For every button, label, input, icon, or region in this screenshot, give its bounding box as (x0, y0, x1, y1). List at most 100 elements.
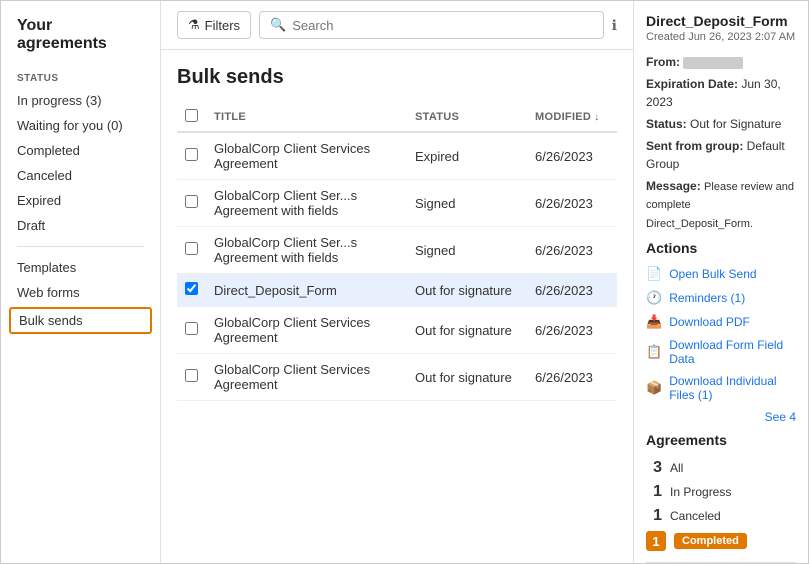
row-checkbox[interactable] (185, 322, 198, 335)
row-status: Signed (407, 180, 527, 227)
row-checkbox-cell (177, 354, 206, 401)
reminders-icon: 🕐 (646, 290, 662, 306)
row-checkbox-cell (177, 307, 206, 354)
stat-number: 1 (646, 507, 662, 525)
stat-label: All (670, 461, 683, 475)
agreement-stat-row: 1 Canceled (646, 504, 796, 528)
download-individual-files-icon: 📦 (646, 380, 662, 396)
row-checkbox[interactable] (185, 195, 198, 208)
table-row[interactable]: GlobalCorp Client Ser...s Agreement with… (177, 180, 617, 227)
panel-from-label: From: (646, 55, 680, 69)
row-checkbox[interactable] (185, 369, 198, 382)
stat-number-badge: 1 (646, 531, 666, 551)
panel-from-value (683, 57, 743, 69)
sidebar: Your agreements STATUS In progress (3) W… (1, 1, 161, 563)
sidebar-item-completed[interactable]: Completed (1, 138, 160, 163)
th-modified: MODIFIED ↓ (527, 103, 617, 132)
sort-icon: ↓ (594, 112, 599, 123)
filter-button[interactable]: ⚗ Filters (177, 11, 251, 39)
top-bar: ⚗ Filters 🔍 ℹ (161, 1, 633, 50)
search-input[interactable] (292, 18, 592, 33)
panel-message-field: Message: Please review and complete Dire… (646, 177, 796, 232)
agreements-table: TITLE STATUS MODIFIED ↓ GlobalCorp Clien… (177, 103, 617, 401)
filter-label: Filters (205, 18, 240, 33)
download-pdf-label: Download PDF (669, 315, 750, 329)
row-status: Signed (407, 227, 527, 274)
filter-icon: ⚗ (188, 17, 200, 33)
stat-label: Canceled (670, 509, 721, 523)
agreement-stat-row: 3 All (646, 456, 796, 480)
row-checkbox-cell (177, 274, 206, 307)
stat-number: 1 (646, 483, 662, 501)
sidebar-item-draft[interactable]: Draft (1, 213, 160, 238)
sidebar-item-templates[interactable]: Templates (1, 255, 160, 280)
panel-sent-from-group-label: Sent from group: (646, 139, 743, 153)
row-status: Out for signature (407, 354, 527, 401)
row-title: GlobalCorp Client Ser...s Agreement with… (206, 227, 407, 274)
download-form-field-data-label: Download Form Field Data (669, 338, 796, 366)
see-all-link[interactable]: See 4 (646, 410, 796, 424)
panel-status-field: Status: Out for Signature (646, 115, 796, 133)
select-all-checkbox[interactable] (185, 109, 198, 122)
row-checkbox[interactable] (185, 282, 198, 295)
panel-status-value: Out for Signature (690, 117, 781, 131)
action-item-open-bulk-send[interactable]: 📄 Open Bulk Send (646, 262, 796, 286)
agreement-stats: 3 All 1 In Progress 1 Canceled 1 Complet… (646, 456, 796, 554)
row-status: Out for signature (407, 307, 527, 354)
section-title: Bulk sends (177, 66, 617, 89)
row-modified: 6/26/2023 (527, 227, 617, 274)
action-item-download-pdf[interactable]: 📥 Download PDF (646, 310, 796, 334)
panel-message-label: Message: (646, 179, 701, 193)
row-checkbox[interactable] (185, 242, 198, 255)
agreement-stat-row: 1 Completed (646, 528, 796, 554)
download-individual-files-label: Download Individual Files (1) (669, 374, 796, 402)
row-modified: 6/26/2023 (527, 307, 617, 354)
agreement-stat-row: 1 In Progress (646, 480, 796, 504)
status-section-label: STATUS (1, 65, 160, 88)
open-bulk-send-label: Open Bulk Send (669, 267, 756, 281)
sidebar-item-canceled[interactable]: Canceled (1, 163, 160, 188)
row-modified: 6/26/2023 (527, 354, 617, 401)
app-title: Your agreements (1, 17, 160, 65)
panel-from-field: From: (646, 53, 796, 71)
search-box: 🔍 (259, 11, 604, 39)
action-item-reminders[interactable]: 🕐 Reminders (1) (646, 286, 796, 310)
row-title: Direct_Deposit_Form (206, 274, 407, 307)
row-modified: 6/26/2023 (527, 180, 617, 227)
action-item-download-form-field-data[interactable]: 📋 Download Form Field Data (646, 334, 796, 370)
actions-title: Actions (646, 240, 796, 256)
table-row[interactable]: GlobalCorp Client Services Agreement Exp… (177, 132, 617, 180)
table-row[interactable]: Direct_Deposit_Form Out for signature 6/… (177, 274, 617, 307)
sidebar-item-in-progress[interactable]: In progress (3) (1, 88, 160, 113)
th-status: STATUS (407, 103, 527, 132)
th-title: TITLE (206, 103, 407, 132)
th-checkbox (177, 103, 206, 132)
activity-row[interactable]: › Activity (646, 562, 796, 563)
row-title: GlobalCorp Client Ser...s Agreement with… (206, 180, 407, 227)
right-panel: Direct_Deposit_Form Created Jun 26, 2023… (633, 1, 808, 563)
action-item-download-individual-files[interactable]: 📦 Download Individual Files (1) (646, 370, 796, 406)
panel-sent-from-group-field: Sent from group: Default Group (646, 137, 796, 173)
row-modified: 6/26/2023 (527, 274, 617, 307)
row-title: GlobalCorp Client Services Agreement (206, 354, 407, 401)
panel-expiration-field: Expiration Date: Jun 30, 2023 (646, 75, 796, 111)
table-row[interactable]: GlobalCorp Client Services Agreement Out… (177, 307, 617, 354)
open-bulk-send-icon: 📄 (646, 266, 662, 282)
panel-created: Created Jun 26, 2023 2:07 AM (646, 31, 796, 43)
sidebar-item-waiting-for-you[interactable]: Waiting for you (0) (1, 113, 160, 138)
sidebar-divider (17, 246, 144, 247)
stat-label: In Progress (670, 485, 731, 499)
sidebar-item-web-forms[interactable]: Web forms (1, 280, 160, 305)
sidebar-item-expired[interactable]: Expired (1, 188, 160, 213)
table-row[interactable]: GlobalCorp Client Services Agreement Out… (177, 354, 617, 401)
download-form-field-data-icon: 📋 (646, 344, 662, 360)
row-checkbox[interactable] (185, 148, 198, 161)
download-pdf-icon: 📥 (646, 314, 662, 330)
panel-expiration-label: Expiration Date: (646, 77, 738, 91)
row-checkbox-cell (177, 132, 206, 180)
table-header-row: TITLE STATUS MODIFIED ↓ (177, 103, 617, 132)
info-icon[interactable]: ℹ (612, 17, 617, 34)
panel-status-label: Status: (646, 117, 687, 131)
table-row[interactable]: GlobalCorp Client Ser...s Agreement with… (177, 227, 617, 274)
sidebar-item-bulk-sends[interactable]: Bulk sends (9, 307, 152, 334)
